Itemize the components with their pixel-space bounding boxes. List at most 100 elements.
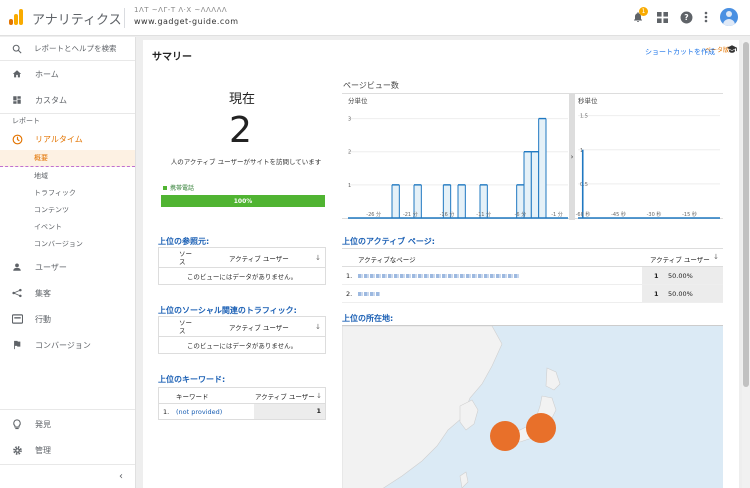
help-icon[interactable]: ? xyxy=(678,9,694,25)
graduation-cap-icon[interactable] xyxy=(727,45,737,56)
divider-arrow-icon: › xyxy=(571,153,574,161)
table-row: 1. 1 50.00% xyxy=(342,267,723,285)
keywords-title: 上位のキーワード: xyxy=(158,375,226,384)
sidebar-subitem-traffic[interactable]: トラフィック xyxy=(0,184,135,201)
main-content: サマリー ショートカットを作成 ベータ版 現在 2 人のアクティブ ユーザーがサ… xyxy=(143,40,739,488)
map-land-asia xyxy=(342,326,503,488)
sidebar-subitem-events[interactable]: イベント xyxy=(0,218,135,235)
row-number: 1. xyxy=(346,272,353,280)
per-second-label: 秒単位 xyxy=(578,96,598,105)
analytics-logo-icon[interactable] xyxy=(9,9,23,25)
more-vert-icon[interactable] xyxy=(698,9,714,25)
sidebar-item-realtime[interactable]: リアルタイム xyxy=(0,128,135,150)
row-number: 1. xyxy=(163,407,170,416)
x-tick-label: -11 分 xyxy=(476,211,491,218)
table-row: 1. (not provided) 1 xyxy=(159,404,325,419)
sidebar-item-admin[interactable]: 管理 xyxy=(0,437,135,463)
collapse-sidebar-button[interactable]: ‹ xyxy=(0,464,135,488)
location-marker-tokyo[interactable] xyxy=(526,413,556,443)
sort-arrow-icon[interactable]: ↓ xyxy=(713,253,719,261)
per-minute-label: 分単位 xyxy=(348,96,368,105)
dashboard-icon xyxy=(11,94,23,106)
col-keyword[interactable]: キーワード xyxy=(176,391,209,401)
x-tick-label: -21 分 xyxy=(403,211,418,218)
pageviews-title: ページビュー数 xyxy=(343,81,399,90)
title-divider xyxy=(124,8,125,28)
row-count: 1 xyxy=(654,290,659,298)
col-active-users[interactable]: アクティブ ユーザー xyxy=(255,391,315,401)
account-path[interactable]: 1ΛΤ ~ΛΓ-Τ Λ·Χ ~ΛΛΛΛΛ xyxy=(134,6,227,14)
sidebar-item-discover[interactable]: 発見 xyxy=(0,411,135,437)
keyword-active-users: 1 xyxy=(254,404,325,419)
pageviews-chart-svg: 分単位 1 2 3 -26 分 -21 分 -16 分 -11 分 -6 分 -1 分 › 秒単位 0.… xyxy=(348,94,720,220)
top-bar: アナリティクス 1ΛΤ ~ΛΓ-Τ Λ·Χ ~ΛΛΛΛΛ www.gadget-… xyxy=(0,0,750,36)
sort-arrow-icon[interactable]: ↓ xyxy=(315,323,321,331)
acquisition-icon xyxy=(11,287,23,299)
active-pages-table: アクティブなページ アクティブ ユーザー ↓ 1. 1 50.00% 2. 1 … xyxy=(342,248,723,303)
sidebar-search[interactable]: レポートとヘルプを検索 xyxy=(0,37,135,61)
svg-text:?: ? xyxy=(684,13,688,22)
locations-title: 上位の所在地: xyxy=(342,314,394,323)
device-legend: 携帯電話 xyxy=(163,183,194,192)
y-tick-label: 1.5 xyxy=(580,114,588,120)
sort-arrow-icon[interactable]: ↓ xyxy=(316,392,322,400)
row-percent: 50.00% xyxy=(668,272,693,280)
page-path-link[interactable] xyxy=(358,274,520,278)
sidebar-item-audience[interactable]: ユーザー xyxy=(0,254,135,280)
col-active-users[interactable]: アクティブ ユーザー xyxy=(650,254,710,264)
table-header: アクティブなページ アクティブ ユーザー ↓ xyxy=(342,249,723,267)
account-avatar[interactable] xyxy=(720,8,738,26)
sidebar-subitem-conversions[interactable]: コンバージョン xyxy=(0,235,135,252)
col-source[interactable]: ソース xyxy=(179,319,193,335)
row-percent: 50.00% xyxy=(668,290,693,298)
locations-map[interactable] xyxy=(342,325,723,488)
table-row: 2. 1 50.00% xyxy=(342,285,723,303)
device-percent: 100% xyxy=(233,197,253,205)
keywords-table: キーワード アクティブ ユーザー ↓ 1. (not provided) 1 xyxy=(158,387,326,420)
sidebar-item-home[interactable]: ホーム xyxy=(0,61,135,87)
gear-icon xyxy=(11,444,23,456)
x-tick-label: -26 分 xyxy=(366,211,381,218)
minute-bar xyxy=(458,184,466,218)
y-tick-label: 3 xyxy=(348,117,351,123)
page-path-link[interactable] xyxy=(358,292,380,296)
property-name[interactable]: www.gadget-guide.com xyxy=(134,17,239,26)
minute-bar xyxy=(538,118,546,218)
y-tick-label: 2 xyxy=(348,150,351,156)
sidebar-subitem-content[interactable]: コンテンツ xyxy=(0,201,135,218)
mobile-swatch xyxy=(163,185,167,190)
sidebar-item-custom[interactable]: カスタム xyxy=(0,87,135,113)
page-scrollbar[interactable] xyxy=(742,40,750,488)
device-share-bar[interactable]: 100% xyxy=(161,195,325,207)
app-title[interactable]: アナリティクス xyxy=(32,9,122,28)
reports-section-label: レポート xyxy=(12,117,40,125)
social-title: 上位のソーシャル関連のトラフィック: xyxy=(158,306,297,315)
scrollbar-thumb[interactable] xyxy=(743,42,749,387)
col-active-users[interactable]: アクティブ ユーザー xyxy=(229,253,289,263)
sidebar-divider xyxy=(0,409,135,410)
sidebar-subitem-locations[interactable]: 地域 xyxy=(0,167,135,184)
y-tick-label: 0.5 xyxy=(580,182,588,188)
search-placeholder[interactable]: レポートとヘルプを検索 xyxy=(34,43,117,54)
col-active-page[interactable]: アクティブなページ xyxy=(358,254,416,264)
sidebar-item-acquisition[interactable]: 集客 xyxy=(0,280,135,306)
sort-arrow-icon[interactable]: ↓ xyxy=(315,254,321,262)
device-label: 携帯電話 xyxy=(170,185,195,192)
sidebar-item-conversions[interactable]: コンバージョン xyxy=(0,332,135,358)
keyword-link[interactable]: (not provided) xyxy=(176,408,222,416)
col-source[interactable]: ソース xyxy=(179,250,193,266)
sidebar-subitem-overview[interactable]: 概要 xyxy=(0,150,135,167)
minute-bar xyxy=(392,184,400,218)
referrals-table: ソース アクティブ ユーザー ↓ このビューにはデータがありません。 xyxy=(158,247,326,285)
sidebar-item-label: 行動 xyxy=(35,314,51,324)
apps-icon[interactable] xyxy=(654,9,670,25)
minute-bar xyxy=(531,151,539,218)
sidebar-item-behavior[interactable]: 行動 xyxy=(0,306,135,332)
x-tick-label: -6 分 xyxy=(515,211,527,218)
col-active-users[interactable]: アクティブ ユーザー xyxy=(229,322,289,332)
table-header: ソース アクティブ ユーザー ↓ xyxy=(159,248,325,268)
bell-icon[interactable]: 1 xyxy=(630,7,648,25)
sidebar-item-label: コンバージョン xyxy=(35,340,91,350)
beta-badge: ベータ版 xyxy=(704,47,729,54)
location-marker-osaka[interactable] xyxy=(490,421,520,451)
